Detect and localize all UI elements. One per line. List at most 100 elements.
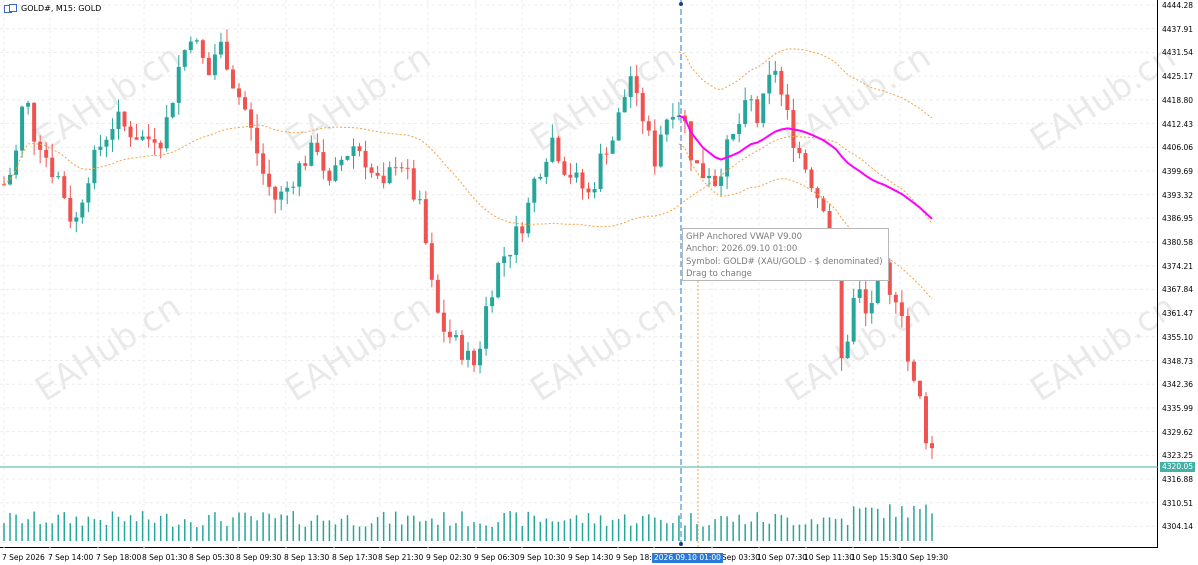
price-tick-label: 4367.84 — [1162, 285, 1194, 295]
candle-body — [243, 97, 248, 110]
vwap-upper-band — [678, 48, 933, 119]
candle-body — [550, 137, 555, 162]
candle-body — [194, 40, 199, 42]
candle-body — [628, 76, 633, 98]
time-tick-label: 10 Sep 11:30 — [804, 553, 855, 562]
time-tick-label: 8 Sep 17:30 — [332, 553, 378, 562]
candle-body — [237, 88, 242, 98]
price-tick-label: 4355.10 — [1162, 332, 1194, 342]
candle-body — [930, 443, 934, 449]
candle-body — [905, 316, 910, 362]
time-tick-label: 10 Sep 19:30 — [898, 553, 949, 562]
candle-body — [893, 294, 898, 303]
candle-body — [857, 289, 862, 298]
candle-body — [8, 174, 13, 185]
time-tick-label: 7 Sep 2026 — [2, 553, 45, 562]
candle-body — [435, 279, 440, 313]
candle-body — [785, 94, 790, 110]
candle-body — [604, 153, 609, 155]
time-tick-label: 7 Sep 14:00 — [48, 553, 94, 562]
time-tick-label: 8 Sep 05:30 — [189, 553, 235, 562]
price-tick-label: 4425.17 — [1162, 72, 1194, 82]
candle-body — [568, 174, 573, 178]
price-tick-label: 4399.69 — [1162, 166, 1194, 176]
candle-body — [158, 142, 163, 149]
candle-body — [182, 50, 187, 67]
current-price-badge: 4320.05 — [1160, 462, 1196, 472]
price-tick-label: 4316.88 — [1162, 475, 1194, 484]
price-tick-label: 4335.99 — [1162, 403, 1194, 413]
candle-body — [731, 133, 736, 140]
candle-body — [743, 100, 748, 125]
candle-body — [670, 117, 675, 120]
candle-body — [170, 102, 175, 118]
candle-body — [508, 254, 513, 257]
candle-body — [538, 176, 543, 179]
candle-body — [14, 150, 19, 175]
candle-body — [598, 153, 603, 190]
time-tick-label: 8 Sep 21:30 — [378, 553, 424, 562]
candle-body — [562, 161, 567, 175]
price-tick-label: 4418.80 — [1162, 95, 1194, 105]
candle-body — [50, 157, 55, 178]
price-tick-label: 4323.25 — [1162, 451, 1194, 461]
candle-body — [375, 172, 380, 176]
candle-body — [399, 167, 404, 169]
candle-body — [423, 199, 428, 244]
tooltip-anchor: Anchor: 2026.09.10 01:00 — [686, 244, 798, 255]
candle-body — [140, 136, 145, 140]
candle-body — [484, 306, 489, 349]
candle-body — [466, 350, 470, 360]
candle-body — [586, 188, 591, 193]
candle-body — [315, 142, 320, 153]
candle-body — [532, 178, 537, 203]
candle-body — [622, 97, 627, 113]
price-tick-label: 4342.36 — [1162, 380, 1194, 390]
candle-body — [369, 167, 374, 173]
candle-body — [658, 134, 663, 167]
candle-body — [110, 129, 115, 140]
candle-body — [38, 141, 43, 150]
candle-body — [405, 167, 410, 169]
tooltip-symbol: Symbol: GOLD# (XAU/GOLD - $ denominated) — [686, 256, 883, 267]
candle-body — [339, 159, 344, 166]
candle-body — [212, 54, 217, 76]
candle-body — [761, 93, 766, 124]
candle-body — [514, 226, 519, 255]
candle-body — [634, 76, 639, 94]
candle-body — [417, 199, 422, 201]
candle-body — [285, 187, 290, 192]
candle-body — [146, 136, 151, 140]
candle-body — [224, 41, 229, 70]
candle-body — [574, 172, 579, 178]
price-tick-label: 4444.28 — [1162, 1, 1194, 10]
candle-body — [664, 119, 669, 135]
candle-body — [303, 163, 308, 166]
candle-body — [206, 57, 211, 76]
candle-body — [68, 197, 73, 222]
candle-body — [701, 163, 706, 179]
price-tick-label: 4437.91 — [1162, 24, 1194, 34]
candle-body — [98, 146, 103, 150]
candle-body — [333, 165, 338, 181]
candle-body — [80, 202, 85, 218]
symbol-title: GOLD#, M15: GOLD — [21, 4, 102, 13]
candle-body — [459, 335, 464, 360]
candle-body — [544, 161, 549, 177]
candle-body — [249, 109, 254, 128]
price-tick-label: 4361.47 — [1162, 309, 1194, 319]
candle-body — [357, 146, 362, 151]
candle-body — [917, 380, 922, 397]
chart-window[interactable]: EAHub.cn EAHub.cn EAHub.cn EAHub.cn EAHub.cn… — [0, 0, 1198, 565]
price-chart[interactable] — [0, 0, 1158, 548]
candle-body — [646, 121, 651, 131]
tooltip-hint: Drag to change — [686, 268, 752, 279]
candle-body — [556, 137, 561, 162]
candle-body — [773, 70, 778, 75]
candle-body — [309, 142, 314, 166]
candle-body — [381, 175, 386, 184]
candle-body — [737, 124, 742, 134]
price-tick-label: 4329.62 — [1162, 427, 1194, 437]
candle-body — [56, 176, 61, 178]
candle-body — [610, 140, 615, 154]
